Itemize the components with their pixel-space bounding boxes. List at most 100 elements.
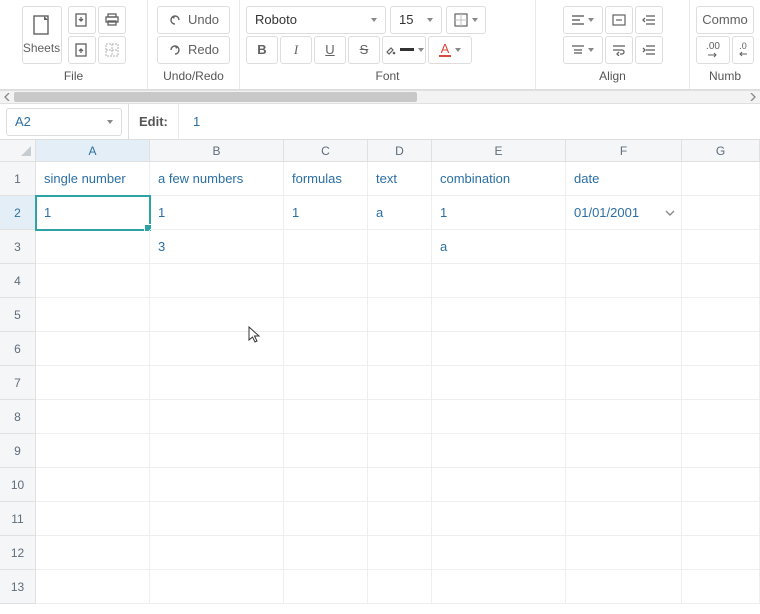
cell-D11[interactable] bbox=[368, 502, 432, 536]
cell-C12[interactable] bbox=[284, 536, 368, 570]
cell-G2[interactable] bbox=[682, 196, 760, 230]
cell-E11[interactable] bbox=[432, 502, 566, 536]
cell-E5[interactable] bbox=[432, 298, 566, 332]
print-button[interactable] bbox=[98, 6, 126, 34]
row-header-9[interactable]: 9 bbox=[0, 434, 36, 468]
cell-G5[interactable] bbox=[682, 298, 760, 332]
font-family-select[interactable]: Roboto bbox=[246, 6, 386, 34]
cell-D7[interactable] bbox=[368, 366, 432, 400]
halign-button[interactable] bbox=[563, 6, 603, 34]
cell-B2[interactable]: 1 bbox=[150, 196, 284, 230]
cell-G13[interactable] bbox=[682, 570, 760, 604]
export-button[interactable] bbox=[68, 36, 96, 64]
cell-G7[interactable] bbox=[682, 366, 760, 400]
column-header-G[interactable]: G bbox=[682, 140, 760, 162]
cell-B4[interactable] bbox=[150, 264, 284, 298]
cell-G12[interactable] bbox=[682, 536, 760, 570]
cell-E13[interactable] bbox=[432, 570, 566, 604]
font-color-button[interactable]: A bbox=[428, 36, 472, 64]
row-header-5[interactable]: 5 bbox=[0, 298, 36, 332]
grid-button[interactable] bbox=[98, 36, 126, 64]
cell-C3[interactable] bbox=[284, 230, 368, 264]
cell-F9[interactable] bbox=[566, 434, 682, 468]
cell-F10[interactable] bbox=[566, 468, 682, 502]
cell-C1[interactable]: formulas bbox=[284, 162, 368, 196]
cell-F6[interactable] bbox=[566, 332, 682, 366]
cell-A7[interactable] bbox=[36, 366, 150, 400]
column-header-B[interactable]: B bbox=[150, 140, 284, 162]
cell-F4[interactable] bbox=[566, 264, 682, 298]
cell-E8[interactable] bbox=[432, 400, 566, 434]
cell-A4[interactable] bbox=[36, 264, 150, 298]
scroll-right-icon[interactable] bbox=[746, 90, 760, 104]
cell-B6[interactable] bbox=[150, 332, 284, 366]
cell-B12[interactable] bbox=[150, 536, 284, 570]
indent-increase-button[interactable] bbox=[635, 36, 663, 64]
cell-D5[interactable] bbox=[368, 298, 432, 332]
row-header-13[interactable]: 13 bbox=[0, 570, 36, 604]
cell-C11[interactable] bbox=[284, 502, 368, 536]
row-header-11[interactable]: 11 bbox=[0, 502, 36, 536]
cell-B9[interactable] bbox=[150, 434, 284, 468]
number-format-button[interactable]: Commo bbox=[696, 6, 754, 34]
borders-button[interactable] bbox=[446, 6, 486, 34]
cell-E7[interactable] bbox=[432, 366, 566, 400]
cell-E6[interactable] bbox=[432, 332, 566, 366]
italic-button[interactable]: I bbox=[280, 36, 312, 64]
cell-C4[interactable] bbox=[284, 264, 368, 298]
row-header-3[interactable]: 3 bbox=[0, 230, 36, 264]
toolbar-scrollbar[interactable] bbox=[0, 90, 760, 104]
cell-F8[interactable] bbox=[566, 400, 682, 434]
cell-C9[interactable] bbox=[284, 434, 368, 468]
redo-button[interactable]: Redo bbox=[157, 36, 230, 64]
undo-button[interactable]: Undo bbox=[157, 6, 230, 34]
cell-E12[interactable] bbox=[432, 536, 566, 570]
cell-A11[interactable] bbox=[36, 502, 150, 536]
cell-G3[interactable] bbox=[682, 230, 760, 264]
row-header-2[interactable]: 2 bbox=[0, 196, 36, 230]
cell-D9[interactable] bbox=[368, 434, 432, 468]
cell-B13[interactable] bbox=[150, 570, 284, 604]
row-header-10[interactable]: 10 bbox=[0, 468, 36, 502]
cell-F11[interactable] bbox=[566, 502, 682, 536]
cell-G6[interactable] bbox=[682, 332, 760, 366]
cell-D1[interactable]: text bbox=[368, 162, 432, 196]
cell-F1[interactable]: date bbox=[566, 162, 682, 196]
cell-D8[interactable] bbox=[368, 400, 432, 434]
row-header-6[interactable]: 6 bbox=[0, 332, 36, 366]
chevron-down-icon[interactable] bbox=[665, 210, 675, 216]
cell-F12[interactable] bbox=[566, 536, 682, 570]
cell-A12[interactable] bbox=[36, 536, 150, 570]
cell-B7[interactable] bbox=[150, 366, 284, 400]
cell-D3[interactable] bbox=[368, 230, 432, 264]
cell-E1[interactable]: combination bbox=[432, 162, 566, 196]
bold-button[interactable]: B bbox=[246, 36, 278, 64]
cell-name-box[interactable]: A2 bbox=[6, 108, 122, 136]
cell-D10[interactable] bbox=[368, 468, 432, 502]
import-button[interactable] bbox=[68, 6, 96, 34]
row-header-8[interactable]: 8 bbox=[0, 400, 36, 434]
strikethrough-button[interactable]: S bbox=[348, 36, 380, 64]
cell-C8[interactable] bbox=[284, 400, 368, 434]
scroll-left-icon[interactable] bbox=[0, 90, 14, 104]
cell-F2[interactable]: 01/01/2001 bbox=[566, 196, 682, 230]
cell-G9[interactable] bbox=[682, 434, 760, 468]
cell-A8[interactable] bbox=[36, 400, 150, 434]
cell-F5[interactable] bbox=[566, 298, 682, 332]
indent-decrease-button[interactable] bbox=[635, 6, 663, 34]
cell-D2[interactable]: a bbox=[368, 196, 432, 230]
column-header-F[interactable]: F bbox=[566, 140, 682, 162]
cell-A6[interactable] bbox=[36, 332, 150, 366]
column-header-C[interactable]: C bbox=[284, 140, 368, 162]
cell-B5[interactable] bbox=[150, 298, 284, 332]
decimal-button[interactable]: .00 bbox=[696, 36, 730, 64]
cell-F3[interactable] bbox=[566, 230, 682, 264]
cell-G10[interactable] bbox=[682, 468, 760, 502]
cell-E10[interactable] bbox=[432, 468, 566, 502]
cell-C6[interactable] bbox=[284, 332, 368, 366]
wrap-button[interactable] bbox=[605, 36, 633, 64]
cell-G4[interactable] bbox=[682, 264, 760, 298]
valign-button[interactable] bbox=[563, 36, 603, 64]
cell-E3[interactable]: a bbox=[432, 230, 566, 264]
underline-button[interactable]: U bbox=[314, 36, 346, 64]
